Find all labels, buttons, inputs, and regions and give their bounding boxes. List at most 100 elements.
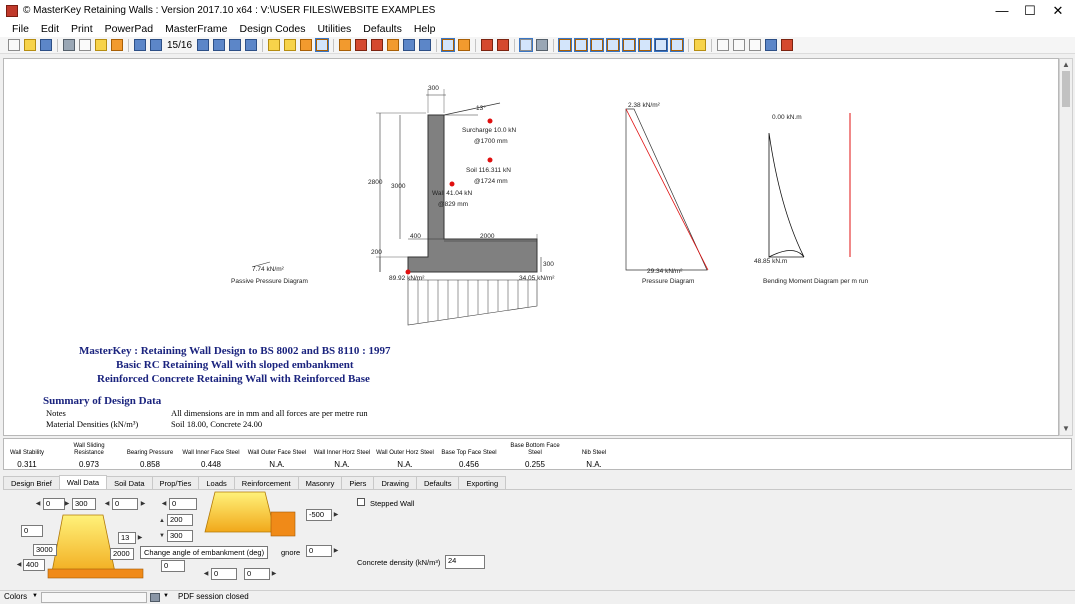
vertical-scrollbar[interactable]: ▲ ▼ [1059,58,1073,436]
section-4-icon[interactable] [606,38,621,52]
tab-wall-data[interactable]: Wall Data [58,475,108,489]
export-icon[interactable] [765,39,778,51]
input-field[interactable]: 0 [43,498,65,510]
copy-icon[interactable] [79,39,91,51]
spin-left-icon[interactable]: ◀ [161,499,167,509]
tab-piers[interactable]: Piers [341,476,375,489]
tab-defaults[interactable]: Defaults [415,476,460,489]
wall-shape-7-icon[interactable] [441,38,456,52]
view-grid-icon[interactable] [536,39,549,51]
previous-page-icon[interactable] [150,39,162,51]
print-preview-icon[interactable] [749,39,762,51]
wall-shape-8-icon[interactable] [458,39,471,51]
menu-masterframe[interactable]: MasterFrame [159,23,233,35]
input-field[interactable]: 0 [169,498,197,510]
spin-left-icon[interactable]: ◀ [203,569,209,579]
menu-print[interactable]: Print [65,23,99,35]
spin-down-icon[interactable]: ▼ [159,531,165,541]
wall-view-icon[interactable] [315,38,330,52]
section-7-icon[interactable] [654,38,669,52]
spin-up-icon[interactable]: ▲ [159,516,165,526]
wall-shape-4-icon[interactable] [387,39,400,51]
input-field[interactable]: -500 [306,509,332,521]
zoom-icon[interactable] [717,39,730,51]
input-field[interactable]: 3000 [33,544,57,556]
input-field[interactable]: 0 [112,498,138,510]
tools-dropdown-icon[interactable] [694,39,707,51]
input-field[interactable]: 400 [23,559,45,571]
section-1-icon[interactable] [558,38,573,52]
wall-type-a-icon[interactable] [268,39,281,51]
scroll-down-icon[interactable]: ▼ [1060,423,1072,435]
stepped-wall-checkbox[interactable] [357,498,365,506]
wall-shape-2-icon[interactable] [355,39,368,51]
spin-right-icon[interactable]: ▶ [333,510,339,520]
tab-design-brief[interactable]: Design Brief [3,476,60,489]
spin-right-icon[interactable]: ▶ [64,499,70,509]
wall-shape-6-icon[interactable] [419,39,432,51]
colors-dropdown[interactable]: Colors [4,592,27,601]
menu-defaults[interactable]: Defaults [357,23,408,35]
input-field[interactable]: 0 [211,568,237,580]
view-list-icon[interactable] [519,38,534,52]
first-page-icon[interactable] [134,39,146,51]
section-6-icon[interactable] [638,38,653,52]
redo-icon[interactable] [245,39,258,51]
input-field[interactable]: 0 [21,525,43,537]
close-button[interactable]: ✕ [1040,0,1075,21]
menu-edit[interactable]: Edit [35,23,65,35]
wall-shape-1-icon[interactable] [339,39,352,51]
layers-icon[interactable] [300,39,313,51]
spin-right-icon[interactable]: ▶ [333,546,339,556]
tab-drawing[interactable]: Drawing [373,476,417,489]
tab-prop-ties[interactable]: Prop/Ties [151,476,200,489]
scroll-up-icon[interactable]: ▲ [1060,59,1072,71]
wall-type-b-icon[interactable] [284,39,297,51]
tab-reinforcement[interactable]: Reinforcement [233,476,299,489]
spin-left-icon[interactable]: ◀ [35,499,41,509]
menu-utilities[interactable]: Utilities [311,23,357,35]
embankment-angle-input[interactable]: 13 [118,532,136,544]
section-5-icon[interactable] [622,38,637,52]
tab-exporting[interactable]: Exporting [458,476,507,489]
scrollbar-thumb[interactable] [1062,71,1070,107]
save-icon[interactable] [40,39,52,51]
menu-file[interactable]: File [6,23,35,35]
input-field[interactable]: 0 [161,560,185,572]
next-page-icon[interactable] [197,39,210,51]
menu-powerpad[interactable]: PowerPad [99,23,159,35]
add-icon[interactable] [111,39,123,51]
paste-icon[interactable] [95,39,107,51]
input-field[interactable]: 200 [167,514,193,526]
menu-help[interactable]: Help [408,23,442,35]
input-field[interactable]: 2000 [110,548,134,560]
tab-loads[interactable]: Loads [198,476,235,489]
input-field[interactable]: 0 [306,545,332,557]
tab-masonry[interactable]: Masonry [297,476,343,489]
chevron-down-icon[interactable]: ▼ [163,593,169,599]
cut-icon[interactable] [63,39,75,51]
section-3-icon[interactable] [590,38,605,52]
spin-left-icon[interactable]: ◀ [16,560,22,570]
print-icon[interactable] [733,39,746,51]
spin-left-icon[interactable]: ◀ [104,499,110,509]
brick-wall-icon[interactable] [481,39,494,51]
menu-design-codes[interactable]: Design Codes [234,23,312,35]
section-8-icon[interactable] [670,38,685,52]
tab-soil-data[interactable]: Soil Data [106,476,153,489]
pdf-icon[interactable] [781,39,794,51]
brick-wall-alt-icon[interactable] [497,39,510,51]
last-page-icon[interactable] [213,39,226,51]
spin-right-icon[interactable]: ▶ [140,499,146,509]
new-file-icon[interactable] [8,39,20,51]
input-field[interactable]: 0 [244,568,270,580]
printer-icon[interactable] [150,593,160,602]
open-folder-icon[interactable] [24,39,36,51]
concrete-density-input[interactable]: 24 [445,555,485,569]
undo-icon[interactable] [229,39,242,51]
spin-right-icon[interactable]: ▶ [137,533,143,543]
input-field[interactable]: 300 [167,530,193,542]
wall-shape-5-icon[interactable] [403,39,416,51]
input-field[interactable]: 300 [72,498,96,510]
wall-shape-3-icon[interactable] [371,39,384,51]
